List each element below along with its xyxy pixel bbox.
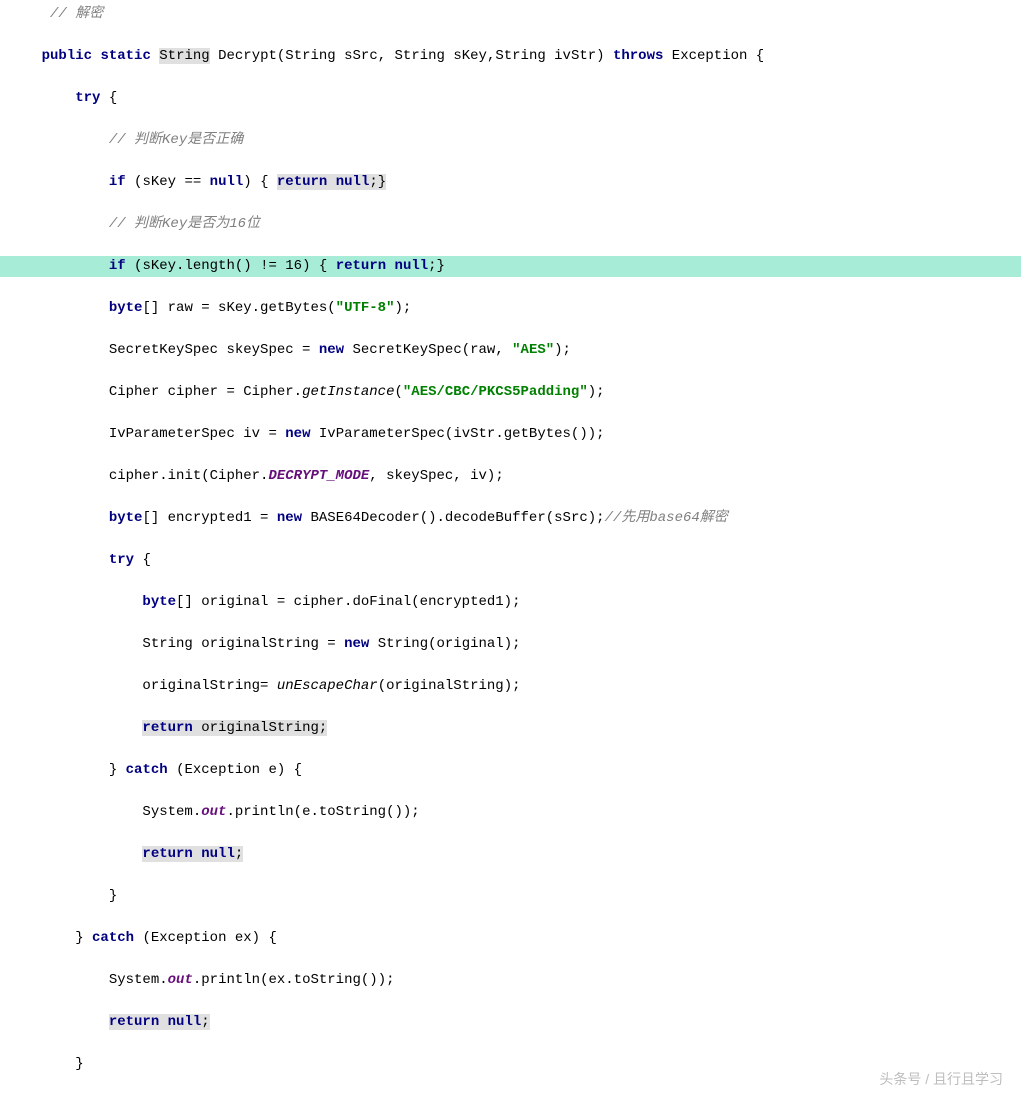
code-line: if (sKey == null) { return null;}	[0, 172, 1021, 193]
code-line: return null;	[0, 1012, 1021, 1033]
code-line: SecretKeySpec skeySpec = new SecretKeySp…	[0, 340, 1021, 361]
code-line: return null;	[0, 844, 1021, 865]
code-line: // 解密	[0, 4, 1021, 25]
code-line: cipher.init(Cipher.DECRYPT_MODE, skeySpe…	[0, 466, 1021, 487]
highlighted-line: if (sKey.length() != 16) { return null;}	[0, 256, 1021, 277]
code-line: System.out.println(ex.toString());	[0, 970, 1021, 991]
code-line: String originalString = new String(origi…	[0, 634, 1021, 655]
code-line: try {	[0, 550, 1021, 571]
code-line: originalString= unEscapeChar(originalStr…	[0, 676, 1021, 697]
code-line: // 判断Key是否正确	[0, 130, 1021, 151]
code-line: try {	[0, 88, 1021, 109]
watermark-text: 头条号 / 且行且学习	[879, 1069, 1003, 1090]
code-line: }	[0, 1054, 1021, 1075]
code-line: IvParameterSpec iv = new IvParameterSpec…	[0, 424, 1021, 445]
code-line: return originalString;	[0, 718, 1021, 739]
code-line: byte[] encrypted1 = new BASE64Decoder().…	[0, 508, 1021, 529]
code-line: }	[0, 886, 1021, 907]
comment: // 解密	[50, 6, 103, 22]
code-line: // 判断Key是否为16位	[0, 214, 1021, 235]
code-line: Cipher cipher = Cipher.getInstance("AES/…	[0, 382, 1021, 403]
code-line: } catch (Exception ex) {	[0, 928, 1021, 949]
code-line: byte[] original = cipher.doFinal(encrypt…	[0, 592, 1021, 613]
code-line: public static String Decrypt(String sSrc…	[0, 46, 1021, 67]
code-block: // 解密 public static String Decrypt(Strin…	[0, 0, 1021, 1100]
code-line: System.out.println(e.toString());	[0, 802, 1021, 823]
code-line: } catch (Exception e) {	[0, 760, 1021, 781]
code-line: byte[] raw = sKey.getBytes("UTF-8");	[0, 298, 1021, 319]
